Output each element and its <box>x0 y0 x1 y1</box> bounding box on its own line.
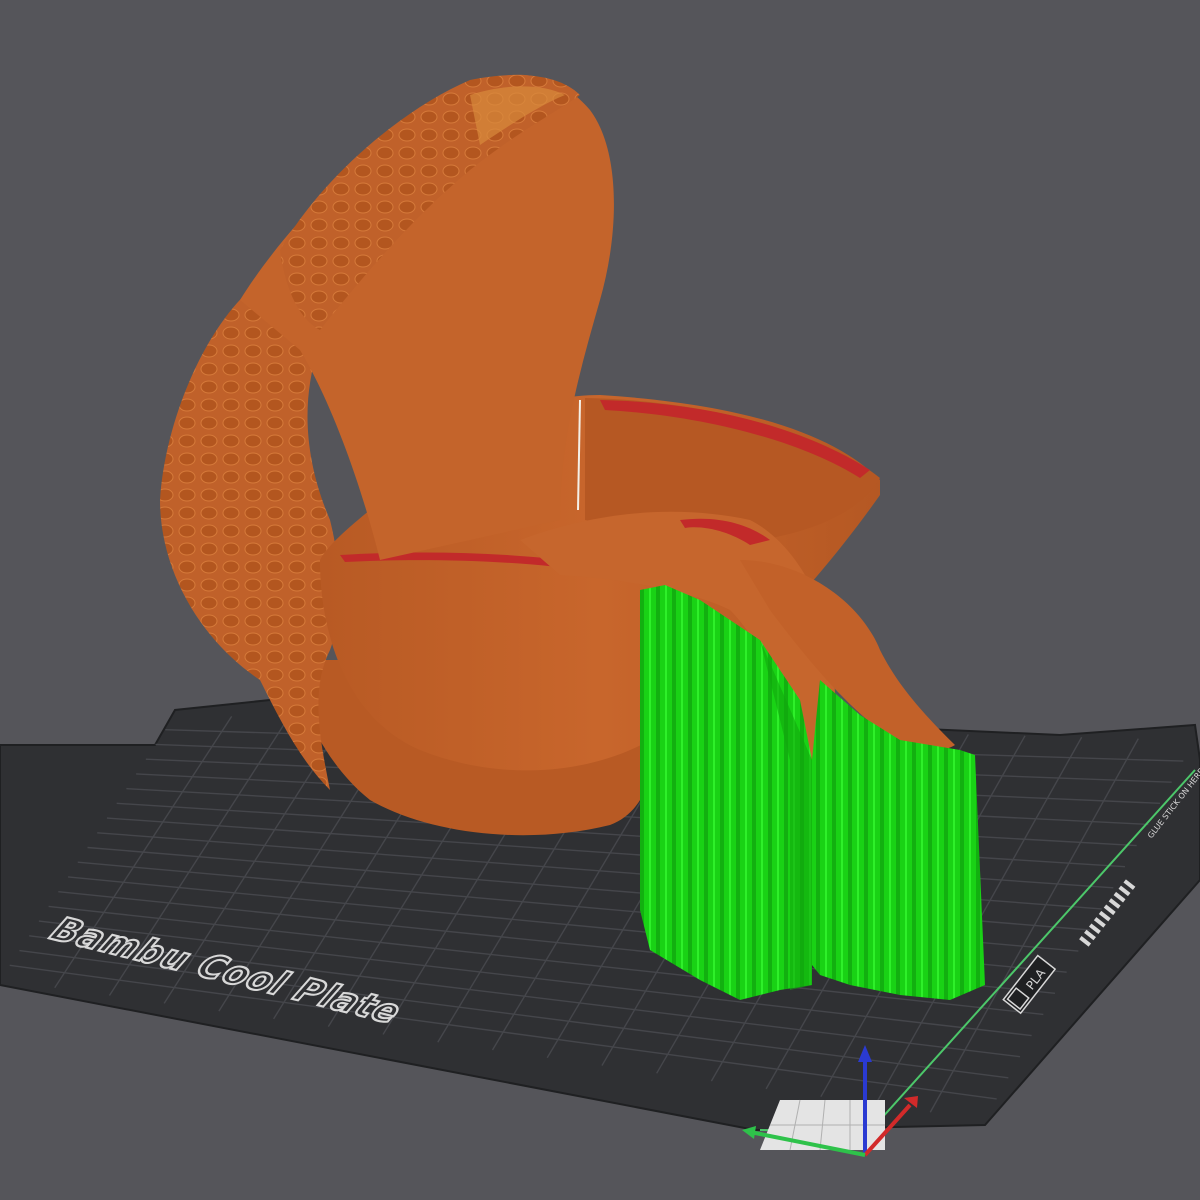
3d-viewport[interactable]: Bambu Cool Plate PLA GLUE STICK ON HERE <box>0 0 1200 1200</box>
scene[interactable]: Bambu Cool Plate PLA GLUE STICK ON HERE <box>0 0 1200 1200</box>
